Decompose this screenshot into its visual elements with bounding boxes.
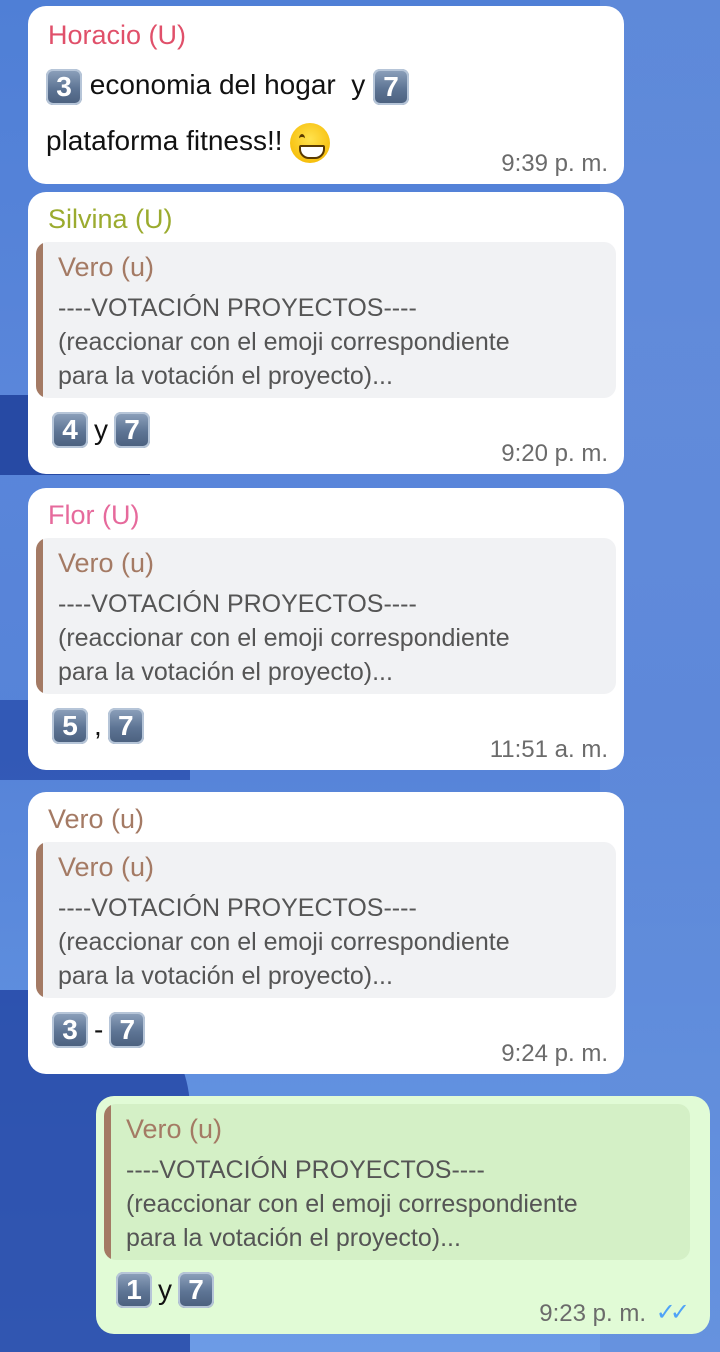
- vote-separator: y: [94, 414, 108, 445]
- sender-name[interactable]: Vero (u): [48, 804, 144, 835]
- quote-line: ----VOTACIÓN PROYECTOS----: [126, 1156, 485, 1184]
- quote-line: para la votación el proyecto)...: [58, 962, 393, 990]
- keycap-7-icon: 7: [109, 1012, 146, 1048]
- grinning-face-icon: [290, 122, 331, 163]
- message-text-line2: plataforma fitness!!: [46, 114, 331, 168]
- message-timestamp: 9:24 p. m.: [501, 1040, 608, 1067]
- keycap-3-icon: 3: [46, 68, 82, 105]
- message-text: plataforma fitness!!: [46, 125, 283, 156]
- message-bubble-outgoing[interactable]: Vero (u) ----VOTACIÓN PROYECTOS---- (rea…: [96, 1096, 710, 1334]
- keycap-7-icon: 7: [178, 1272, 214, 1308]
- quoted-message[interactable]: Vero (u) ----VOTACIÓN PROYECTOS---- (rea…: [36, 842, 616, 998]
- message-text-line1: 3 economia del hogar y 7: [46, 58, 410, 112]
- quoted-message[interactable]: Vero (u) ----VOTACIÓN PROYECTOS---- (rea…: [36, 242, 616, 398]
- quote-line: (reaccionar con el emoji correspondiente: [58, 624, 510, 652]
- quote-line: (reaccionar con el emoji correspondiente: [126, 1190, 578, 1218]
- quoted-message[interactable]: Vero (u) ----VOTACIÓN PROYECTOS---- (rea…: [36, 538, 616, 694]
- quote-author: Vero (u): [58, 548, 155, 578]
- keycap-5-icon: 5: [52, 708, 88, 744]
- keycap-4-icon: 4: [52, 412, 88, 448]
- keycap-7-icon: 7: [373, 68, 410, 105]
- read-double-check-icon: ✓✓: [655, 1299, 690, 1326]
- message-timestamp: 9:20 p. m.: [501, 440, 608, 467]
- sender-name[interactable]: Flor (U): [48, 500, 139, 531]
- vote-reply: 5 , 7: [52, 708, 144, 744]
- keycap-7-icon: 7: [107, 708, 144, 744]
- quote-line: para la votación el proyecto)...: [126, 1224, 461, 1252]
- quote-author: Vero (u): [58, 252, 155, 282]
- quote-accent-bar: [36, 242, 43, 398]
- message-bubble-silvina[interactable]: Silvina (U) Vero (u) ----VOTACIÓN PROYEC…: [28, 192, 624, 474]
- vote-reply: 4 y 7: [52, 412, 150, 448]
- quote-author: Vero (u): [58, 852, 155, 882]
- vote-separator: -: [94, 1014, 104, 1045]
- message-timestamp: 11:51 a. m.: [489, 736, 608, 763]
- quote-line: para la votación el proyecto)...: [58, 362, 393, 390]
- keycap-1-icon: 1: [116, 1272, 152, 1308]
- quote-line: ----VOTACIÓN PROYECTOS----: [58, 590, 417, 618]
- message-text: economia del hogar y: [89, 69, 366, 100]
- message-timestamp: 9:39 p. m.: [501, 150, 608, 177]
- quoted-message[interactable]: Vero (u) ----VOTACIÓN PROYECTOS---- (rea…: [104, 1104, 690, 1260]
- quote-accent-bar: [104, 1104, 111, 1260]
- vote-reply: 3 - 7: [52, 1012, 146, 1048]
- message-bubble-vero[interactable]: Vero (u) Vero (u) ----VOTACIÓN PROYECTOS…: [28, 792, 624, 1074]
- vote-separator: ,: [94, 710, 102, 741]
- keycap-7-icon: 7: [114, 412, 150, 448]
- message-timestamp: 9:23 p. m.: [539, 1300, 646, 1327]
- quote-line: (reaccionar con el emoji correspondiente: [58, 328, 510, 356]
- quote-line: ----VOTACIÓN PROYECTOS----: [58, 894, 417, 922]
- sender-name[interactable]: Horacio (U): [48, 20, 186, 51]
- quote-author: Vero (u): [126, 1114, 223, 1144]
- message-bubble-horacio[interactable]: Horacio (U) 3 economia del hogar y 7 pla…: [28, 6, 624, 184]
- quote-line: ----VOTACIÓN PROYECTOS----: [58, 294, 417, 322]
- quote-accent-bar: [36, 538, 43, 694]
- sender-name[interactable]: Silvina (U): [48, 204, 173, 235]
- quote-accent-bar: [36, 842, 43, 998]
- message-bubble-flor[interactable]: Flor (U) Vero (u) ----VOTACIÓN PROYECTOS…: [28, 488, 624, 770]
- quote-line: para la votación el proyecto)...: [58, 658, 393, 686]
- vote-reply: 1 y 7: [116, 1272, 214, 1308]
- vote-separator: y: [158, 1274, 172, 1305]
- keycap-3-icon: 3: [52, 1012, 88, 1048]
- quote-line: (reaccionar con el emoji correspondiente: [58, 928, 510, 956]
